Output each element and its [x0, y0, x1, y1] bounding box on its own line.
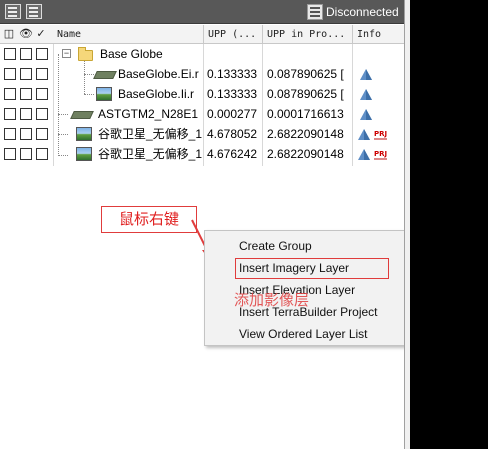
- layer-name: Base Globe: [100, 47, 163, 61]
- imagery-layer-icon: [76, 147, 92, 161]
- visibility-checkbox[interactable]: [4, 108, 16, 120]
- upp-value: 4.678052: [207, 127, 258, 141]
- annotation-menu-caption: 添加影像层: [234, 291, 310, 309]
- layer-name: ASTGTM2_N28E1: [98, 107, 199, 121]
- eye-checkbox[interactable]: [20, 48, 32, 60]
- select-checkbox[interactable]: [36, 148, 48, 160]
- folder-icon: [78, 47, 93, 61]
- visibility-checkbox[interactable]: [4, 88, 16, 100]
- select-checkbox[interactable]: [36, 108, 48, 120]
- eye-checkbox[interactable]: [20, 128, 32, 140]
- pyramid-icon: [358, 149, 370, 160]
- column-upp[interactable]: UPP (...: [204, 25, 263, 44]
- prj-badge: PRJ: [374, 150, 388, 160]
- upp-projected-value: 2.6822090148: [267, 147, 344, 161]
- eye-checkbox[interactable]: [20, 108, 32, 120]
- select-checkbox[interactable]: [36, 128, 48, 140]
- prj-badge: PRJ: [374, 130, 388, 140]
- connection-icon[interactable]: [307, 4, 323, 20]
- annotation-callout: 鼠标右键: [101, 206, 197, 233]
- column-upp-projected[interactable]: UPP in Pro...: [263, 25, 353, 44]
- select-icon[interactable]: ✓: [35, 28, 47, 40]
- layer-row-base-globe[interactable]: − Base Globe: [0, 44, 404, 65]
- visibility-checkbox[interactable]: [4, 148, 16, 160]
- layer-tree-icon[interactable]: [5, 4, 21, 19]
- upp-value: 0.133333: [207, 67, 258, 81]
- panel-toolbar: Disconnected: [0, 0, 404, 24]
- upp-value: 4.676242: [207, 147, 258, 161]
- upp-projected-value: 0.087890625 [: [267, 87, 344, 101]
- imagery-layer-icon: [96, 87, 112, 101]
- layer-name: BaseGlobe.Ei.r: [118, 67, 199, 81]
- pyramid-icon: [360, 69, 372, 80]
- layer-row-baseglobe-ei[interactable]: BaseGlobe.Ei.r 0.133333 0.087890625 [: [0, 64, 404, 85]
- eye-checkbox[interactable]: [20, 148, 32, 160]
- column-header: ◫ 👁 ✓ Name UPP (... UPP in Pro... Info: [0, 25, 404, 44]
- layer-list-icon[interactable]: [26, 4, 42, 19]
- layer-name: BaseGlobe.Ii.r: [118, 87, 195, 101]
- layer-row-google-sat-1[interactable]: 谷歌卫星_无偏移_1 4.678052 2.6822090148 PRJ: [0, 124, 404, 145]
- collapse-toggle[interactable]: −: [62, 49, 71, 58]
- visibility-toggle-icon[interactable]: ◫: [3, 28, 15, 40]
- layer-row-google-sat-2[interactable]: 谷歌卫星_无偏移_1 4.676242 2.6822090148 PRJ: [0, 144, 404, 165]
- column-name[interactable]: Name: [53, 25, 204, 44]
- pyramid-icon: [360, 89, 372, 100]
- pyramid-icon: [358, 129, 370, 140]
- eye-icon[interactable]: 👁: [19, 28, 33, 40]
- column-info[interactable]: Info: [353, 25, 404, 44]
- layer-name: 谷歌卫星_无偏移_1: [98, 127, 202, 141]
- upp-projected-value: 0.087890625 [: [267, 67, 344, 81]
- elevation-layer-icon: [95, 68, 115, 79]
- menu-highlight-box: [235, 258, 389, 279]
- elevation-layer-icon: [72, 108, 92, 119]
- layers-panel: Disconnected ◫ 👁 ✓ Name UPP (... UPP in …: [0, 0, 446, 449]
- connection-status[interactable]: Disconnected: [326, 5, 399, 19]
- upp-value: 0.000277: [207, 107, 258, 121]
- pyramid-icon: [360, 109, 372, 120]
- visibility-checkbox[interactable]: [4, 68, 16, 80]
- visibility-checkbox[interactable]: [4, 48, 16, 60]
- select-checkbox[interactable]: [36, 48, 48, 60]
- select-checkbox[interactable]: [36, 88, 48, 100]
- select-checkbox[interactable]: [36, 68, 48, 80]
- upp-projected-value: 2.6822090148: [267, 127, 344, 141]
- upp-value: 0.133333: [207, 87, 258, 101]
- layer-row-baseglobe-ii[interactable]: BaseGlobe.Ii.r 0.133333 0.087890625 [: [0, 84, 404, 105]
- empty-view-area: [410, 0, 488, 449]
- eye-checkbox[interactable]: [20, 88, 32, 100]
- visibility-checkbox[interactable]: [4, 128, 16, 140]
- eye-checkbox[interactable]: [20, 68, 32, 80]
- imagery-layer-icon: [76, 127, 92, 141]
- upp-projected-value: 0.0001716613: [267, 107, 344, 121]
- layer-row-astgtm2[interactable]: ASTGTM2_N28E1 0.000277 0.0001716613: [0, 104, 404, 125]
- layer-name: 谷歌卫星_无偏移_1: [98, 147, 202, 161]
